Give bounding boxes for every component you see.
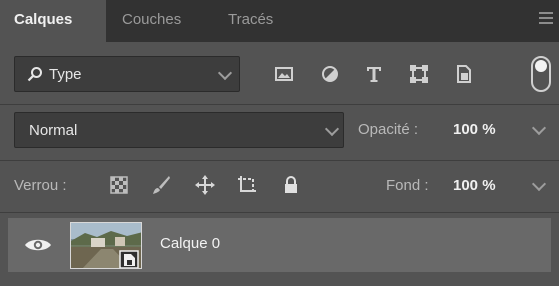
opacity-value[interactable]: 100 % [453,121,496,138]
toggle-knob [535,60,547,72]
layer-thumbnail [70,222,142,269]
opacity-label: Opacité : [358,121,419,138]
chevron-down-icon [217,65,233,81]
fill-label: Fond : [386,177,429,194]
lock-image-pixels-brush-icon[interactable] [150,174,172,196]
type-filter-icon[interactable] [362,62,386,86]
filter-toggle[interactable] [531,56,551,92]
tab-calques[interactable]: Calques [0,0,106,42]
chevron-down-icon [324,121,340,137]
fill-value[interactable]: 100 % [453,177,496,194]
search-icon [27,67,42,82]
panel-menu-icon[interactable] [539,12,553,26]
opacity-chevron-icon[interactable] [531,120,547,136]
adjustment-filter-icon[interactable] [318,62,342,86]
filter-kind-dropdown[interactable]: Type [14,56,240,92]
lock-artboard-icon[interactable] [236,174,258,196]
blend-mode-dropdown[interactable]: Normal [14,112,344,148]
layer-name[interactable]: Calque 0 [160,235,220,252]
empty-layer-area [0,272,559,286]
tab-bar: Calques Couches Tracés [0,0,559,42]
tab-couches[interactable]: Couches [110,0,214,42]
divider [0,212,559,213]
fill-chevron-icon[interactable] [531,176,547,192]
layer-row[interactable]: Calque 0 [8,218,551,272]
layers-panel: Calques Couches Tracés Type Normal Opaci… [0,0,559,286]
eye-visibility-icon[interactable] [24,237,52,253]
lock-label: Verrou : [14,177,67,194]
image-filter-icon[interactable] [272,62,296,86]
lock-all-padlock-icon[interactable] [280,174,302,196]
lock-transparent-pixels-icon[interactable] [108,174,130,196]
divider [0,160,559,161]
photo-thumbnail-icon [71,223,141,268]
tab-traces[interactable]: Tracés [214,0,304,42]
lock-position-move-icon[interactable] [194,174,216,196]
divider [0,104,559,105]
blend-mode-label: Normal [29,122,78,139]
shape-filter-icon[interactable] [407,62,431,86]
filter-kind-label: Type [49,66,82,83]
smart-object-filter-icon[interactable] [452,62,476,86]
